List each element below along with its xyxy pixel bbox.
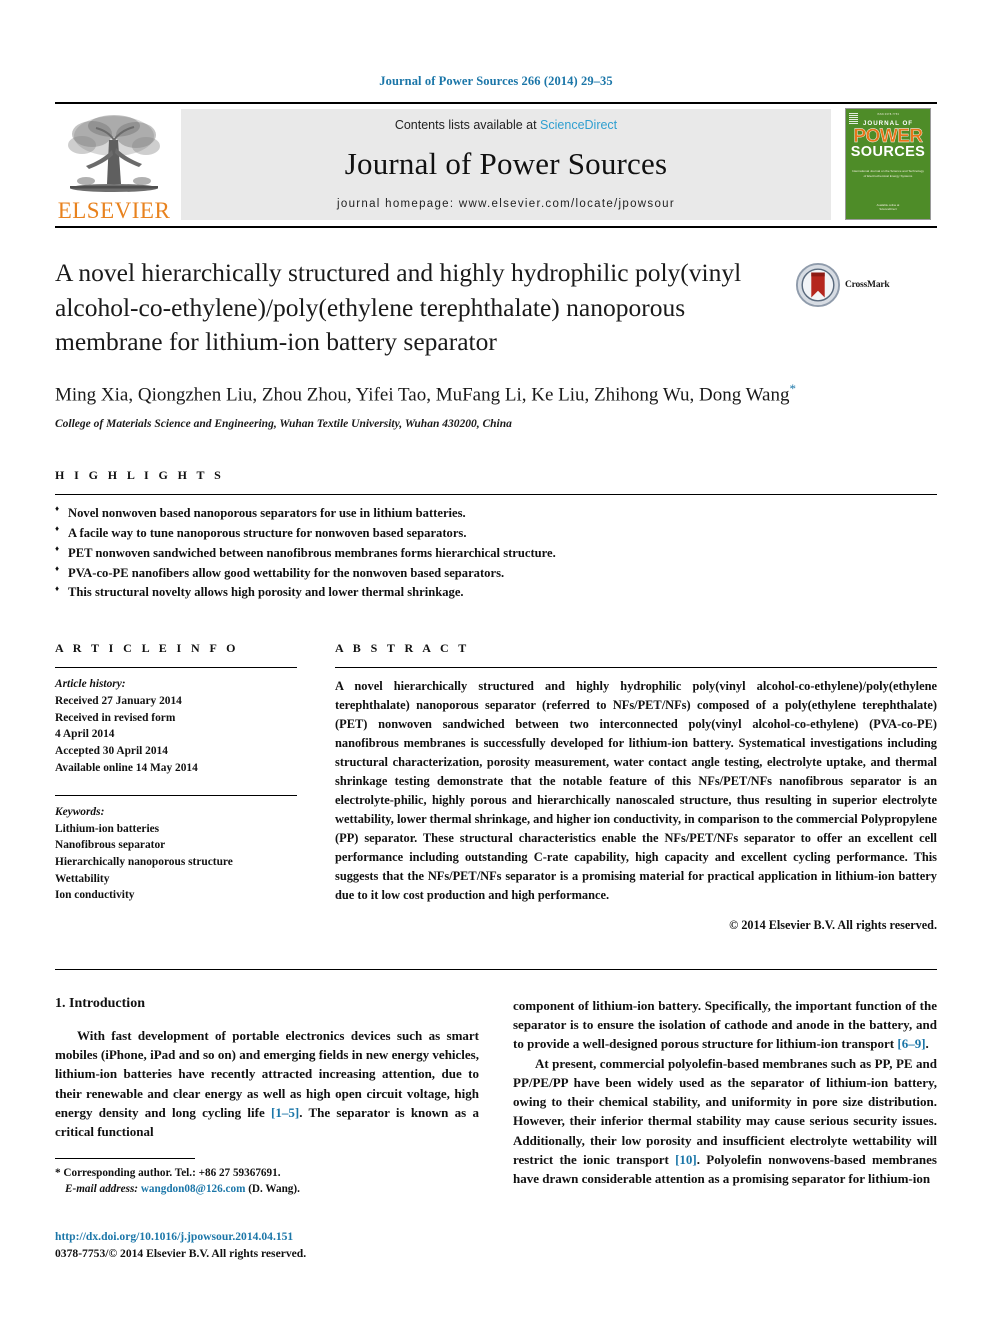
issn-copyright: 0378-7753/© 2014 Elsevier B.V. All right… [55, 1247, 307, 1261]
list-item: PVA-co-PE nanofibers allow good wettabil… [55, 563, 937, 584]
abstract-rule [335, 667, 937, 669]
paragraph-text: At present, commercial polyolefin-based … [513, 1055, 937, 1167]
cover-footer: Available online at ScienceDirect [846, 203, 930, 213]
title-block: A novel hierarchically structured and hi… [55, 256, 937, 360]
keywords-rule [55, 795, 297, 797]
keywords-title: Keywords: [55, 806, 105, 819]
article-page: Journal of Power Sources 266 (2014) 29–3… [0, 0, 992, 1323]
email-note: E-mail address: wangdon08@126.com (D. Wa… [55, 1182, 475, 1198]
email-link[interactable]: wangdon08@126.com [141, 1183, 246, 1195]
abstract-heading: A B S T R A C T [335, 641, 470, 656]
crossmark-badge[interactable]: CrossMark [795, 256, 913, 308]
reference-link[interactable]: [6–9] [897, 1036, 925, 1051]
list-item: A facile way to tune nanoporous structur… [55, 523, 937, 544]
history-line: Received in revised form [55, 711, 176, 724]
list-item: PET nonwoven sandwiched between nanofibr… [55, 543, 937, 564]
cover-top-note: ISSN 0378-7753 [877, 113, 899, 116]
running-head: Journal of Power Sources 266 (2014) 29–3… [379, 74, 613, 88]
cover-line-sources: SOURCES [850, 144, 926, 161]
cover-footer-line2: ScienceDirect [879, 207, 897, 212]
body-column-right: component of lithium-ion battery. Specif… [513, 996, 937, 1188]
page-title: A novel hierarchically structured and hi… [55, 258, 742, 357]
doi-block: http://dx.doi.org/10.1016/j.jpowsour.201… [55, 1228, 505, 1263]
sciencedirect-link[interactable]: ScienceDirect [540, 118, 617, 132]
corresponding-author-note: * Corresponding author. Tel.: +86 27 593… [55, 1166, 475, 1182]
cover-blurb: International Journal on the Science and… [852, 169, 924, 178]
email-suffix: (D. Wang). [245, 1182, 300, 1195]
journal-title: Journal of Power Sources [344, 145, 668, 181]
crossmark-label: CrossMark [845, 280, 890, 290]
list-item: This structural novelty allows high poro… [55, 583, 937, 603]
contents-available-line: Contents lists available at ScienceDirec… [395, 118, 617, 132]
doi-link[interactable]: http://dx.doi.org/10.1016/j.jpowsour.201… [55, 1228, 505, 1245]
keywords-block: Keywords: Lithium-ion batteries Nanofibr… [55, 804, 297, 904]
journal-cover-image: ISSN 0378-7753 JOURNAL OF POWER SOURCES … [845, 108, 931, 220]
article-info-section: A R T I C L E I N F O Article history: R… [55, 641, 297, 933]
corresponding-author-marker: * [789, 381, 796, 397]
highlights-list: Novel nonwoven based nanoporous separato… [55, 503, 937, 603]
keyword-item: Wettability [55, 872, 110, 885]
abstract-section: A B S T R A C T A novel hierarchically s… [335, 641, 937, 933]
keyword-item: Ion conductivity [55, 889, 135, 902]
article-info-rule [55, 667, 297, 669]
body-top-rule [55, 968, 937, 970]
cover-elsevier-mark-icon [849, 113, 858, 124]
journal-homepage-link[interactable]: journal homepage: www.elsevier.com/locat… [337, 198, 675, 210]
footnote-rule [55, 1158, 195, 1159]
elsevier-tree-icon [68, 115, 160, 192]
crossmark-icon [795, 262, 841, 308]
history-line: 4 April 2014 [55, 728, 115, 741]
masthead-bottom-rule [55, 226, 937, 228]
paragraph: At present, commercial polyolefin-based … [513, 1054, 937, 1189]
highlights-section: H I G H L I G H T S Novel nonwoven based… [55, 468, 937, 603]
contents-prefix: Contents lists available at [394, 117, 541, 132]
paragraph: component of lithium-ion battery. Specif… [513, 996, 937, 1054]
article-history-block: Article history: Received 27 January 201… [55, 676, 297, 776]
article-history-title: Article history: [55, 678, 126, 691]
email-label: E-mail address: [65, 1182, 139, 1195]
abstract-text: A novel hierarchically structured and hi… [335, 679, 937, 902]
keyword-item: Hierarchically nanoporous structure [55, 856, 233, 869]
paragraph: With fast development of portable electr… [55, 1026, 479, 1141]
section-title-introduction: 1. Introduction [55, 995, 145, 1011]
paragraph-text: component of lithium-ion battery. Specif… [513, 997, 937, 1052]
keyword-item: Lithium-ion batteries [55, 822, 160, 835]
highlights-rule [55, 493, 937, 495]
history-line: Received 27 January 2014 [55, 694, 182, 707]
info-abstract-block: A R T I C L E I N F O Article history: R… [55, 641, 937, 933]
highlights-heading: H I G H L I G H T S [55, 467, 225, 482]
article-info-heading: A R T I C L E I N F O [55, 641, 239, 656]
reference-link[interactable]: [10] [675, 1152, 697, 1167]
corresponding-text: Corresponding author. Tel.: +86 27 59367… [60, 1167, 281, 1179]
elsevier-logo-block: ELSEVIER [55, 104, 173, 226]
elsevier-wordmark: ELSEVIER [57, 198, 171, 223]
journal-masthead: ELSEVIER Contents lists available at Sci… [55, 102, 937, 226]
author-list: Ming Xia, Qiongzhen Liu, Zhou Zhou, Yife… [55, 380, 815, 409]
cover-line-power: POWER [853, 126, 923, 147]
keyword-item: Nanofibrous separator [55, 839, 166, 852]
reference-link[interactable]: [1–5] [271, 1105, 299, 1120]
history-line: Accepted 30 April 2014 [55, 744, 168, 757]
paragraph-text-end: . [925, 1036, 929, 1052]
abstract-copyright: © 2014 Elsevier B.V. All rights reserved… [729, 917, 937, 932]
title-column: A novel hierarchically structured and hi… [55, 256, 795, 360]
journal-band: Contents lists available at ScienceDirec… [181, 109, 831, 220]
affiliation: College of Materials Science and Enginee… [55, 417, 512, 430]
author-names: Ming Xia, Qiongzhen Liu, Zhou Zhou, Yife… [55, 384, 790, 406]
history-line: Available online 14 May 2014 [55, 761, 198, 774]
list-item: Novel nonwoven based nanoporous separato… [55, 503, 937, 524]
journal-cover-block: ISSN 0378-7753 JOURNAL OF POWER SOURCES … [839, 104, 937, 226]
footnote-block: * Corresponding author. Tel.: +86 27 593… [55, 1158, 475, 1198]
